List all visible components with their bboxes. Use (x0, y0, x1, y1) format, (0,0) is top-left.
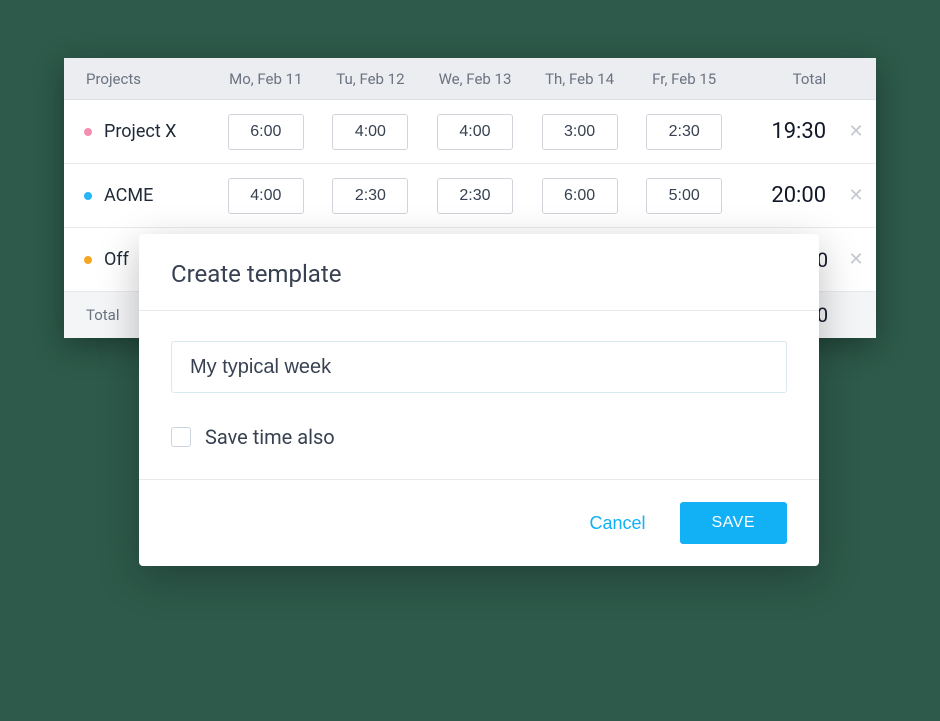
delete-row-button[interactable]: ✕ (836, 249, 876, 270)
time-input[interactable] (437, 178, 513, 214)
timesheet-header-row: Projects Mo, Feb 11 Tu, Feb 12 We, Feb 1… (64, 58, 876, 100)
project-color-dot (84, 256, 92, 264)
modal-title: Create template (139, 234, 819, 311)
time-input[interactable] (228, 114, 304, 150)
save-time-checkbox[interactable] (171, 427, 191, 447)
project-color-dot (84, 128, 92, 136)
delete-row-button[interactable]: ✕ (836, 121, 876, 142)
save-button[interactable]: SAVE (680, 502, 788, 544)
time-input[interactable] (542, 114, 618, 150)
project-name: Off (104, 249, 129, 270)
row-total: 19:30 (736, 119, 836, 144)
header-day-3: Th, Feb 14 (527, 70, 632, 88)
table-row: Project X 19:30 ✕ (64, 100, 876, 164)
cancel-button[interactable]: Cancel (589, 513, 645, 534)
table-row: ACME 20:00 ✕ (64, 164, 876, 228)
close-icon: ✕ (849, 121, 864, 142)
header-day-2: We, Feb 13 (423, 70, 528, 88)
delete-row-button[interactable]: ✕ (836, 185, 876, 206)
header-projects: Projects (64, 70, 214, 88)
header-day-1: Tu, Feb 12 (318, 70, 423, 88)
save-time-label: Save time also (205, 425, 335, 449)
project-name: Project X (104, 121, 176, 142)
create-template-modal: Create template Save time also Cancel SA… (139, 234, 819, 566)
project-color-dot (84, 192, 92, 200)
time-input[interactable] (228, 178, 304, 214)
time-input[interactable] (332, 178, 408, 214)
close-icon: ✕ (849, 185, 864, 206)
close-icon: ✕ (849, 249, 864, 270)
project-name: ACME (104, 185, 153, 206)
time-input[interactable] (646, 114, 722, 150)
time-input[interactable] (332, 114, 408, 150)
header-day-4: Fr, Feb 15 (632, 70, 737, 88)
header-day-0: Mo, Feb 11 (214, 70, 319, 88)
time-input[interactable] (646, 178, 722, 214)
row-total: 20:00 (736, 183, 836, 208)
template-name-input[interactable] (171, 341, 787, 393)
header-total: Total (736, 70, 836, 88)
time-input[interactable] (542, 178, 618, 214)
time-input[interactable] (437, 114, 513, 150)
